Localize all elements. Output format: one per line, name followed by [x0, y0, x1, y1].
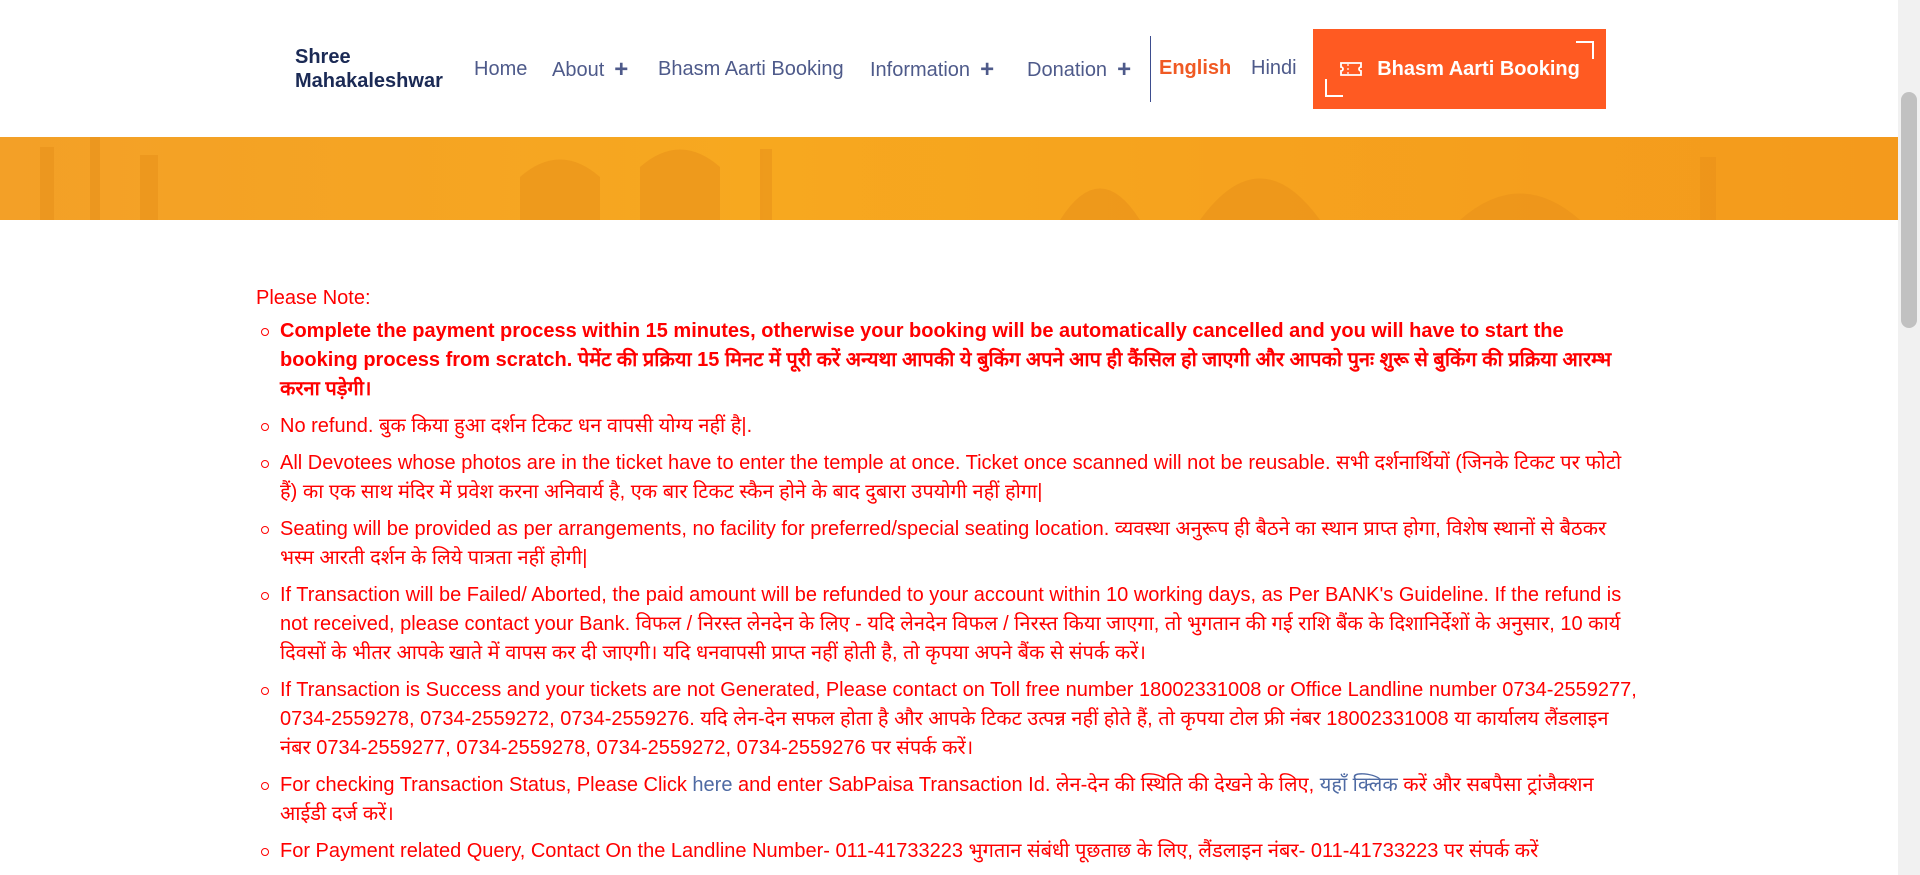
lang-english[interactable]: English — [1159, 57, 1231, 80]
main-nav: Home About + Bhasm Aarti Booking Informat… — [0, 0, 1898, 137]
ticket-icon — [1340, 62, 1363, 76]
corner-decoration — [1576, 41, 1594, 59]
nav-about-label: About — [552, 59, 605, 81]
bhasm-aarti-booking-button[interactable]: Bhasm Aarti Booking — [1313, 29, 1606, 109]
page-scrollbar[interactable] — [1898, 0, 1920, 875]
corner-decoration — [1325, 79, 1343, 97]
note-text: and enter SabPaisa Transaction Id. लेन-द… — [732, 774, 1320, 796]
nav-about[interactable]: About + — [552, 56, 628, 83]
transaction-status-link[interactable]: here — [692, 774, 732, 796]
hero-banner — [0, 137, 1898, 220]
notes-title: Please Note: — [256, 287, 371, 309]
nav-home[interactable]: Home — [474, 56, 527, 82]
plus-icon: + — [1117, 56, 1132, 83]
booking-notes: Please Note: Complete the payment proces… — [256, 285, 1642, 874]
cta-label: Bhasm Aarti Booking — [1377, 57, 1580, 80]
transaction-status-link-hindi[interactable]: यहाँ क्लिक — [1320, 774, 1398, 796]
note-item-tickets-not-generated: If Transaction is Success and your ticke… — [256, 676, 1642, 763]
plus-icon: + — [614, 56, 629, 83]
nav-information-label: Information — [870, 59, 971, 81]
note-item-no-refund: No refund. बुक किया हुआ दर्शन टिकट धन वा… — [256, 412, 1642, 441]
note-item-payment-timeout: Complete the payment process within 15 m… — [256, 317, 1642, 404]
note-item-failed-transaction: If Transaction will be Failed/ Aborted, … — [256, 581, 1642, 668]
note-item-seating: Seating will be provided as per arrangem… — [256, 515, 1642, 573]
notes-list: Complete the payment process within 15 m… — [256, 317, 1642, 866]
temple-banner-image — [40, 137, 1716, 220]
scrollbar-thumb[interactable] — [1901, 92, 1917, 328]
nav-donation-label: Donation — [1027, 59, 1108, 81]
plus-icon: + — [980, 56, 995, 83]
site-header: Shree Mahakaleshwar Home About + Bhasm Aa… — [0, 0, 1898, 137]
note-item-payment-query: For Payment related Query, Contact On th… — [256, 837, 1642, 866]
note-item-transaction-status: For checking Transaction Status, Please … — [256, 771, 1642, 829]
note-text: For checking Transaction Status, Please … — [280, 774, 693, 796]
nav-divider — [1150, 36, 1151, 102]
note-item-devotees-entry: All Devotees whose photos are in the tic… — [256, 449, 1642, 507]
lang-hindi[interactable]: Hindi — [1251, 57, 1297, 80]
nav-donation[interactable]: Donation + — [1027, 56, 1131, 83]
nav-information[interactable]: Information + — [870, 56, 994, 83]
nav-bhasm-aarti-booking[interactable]: Bhasm Aarti Booking — [658, 56, 844, 82]
